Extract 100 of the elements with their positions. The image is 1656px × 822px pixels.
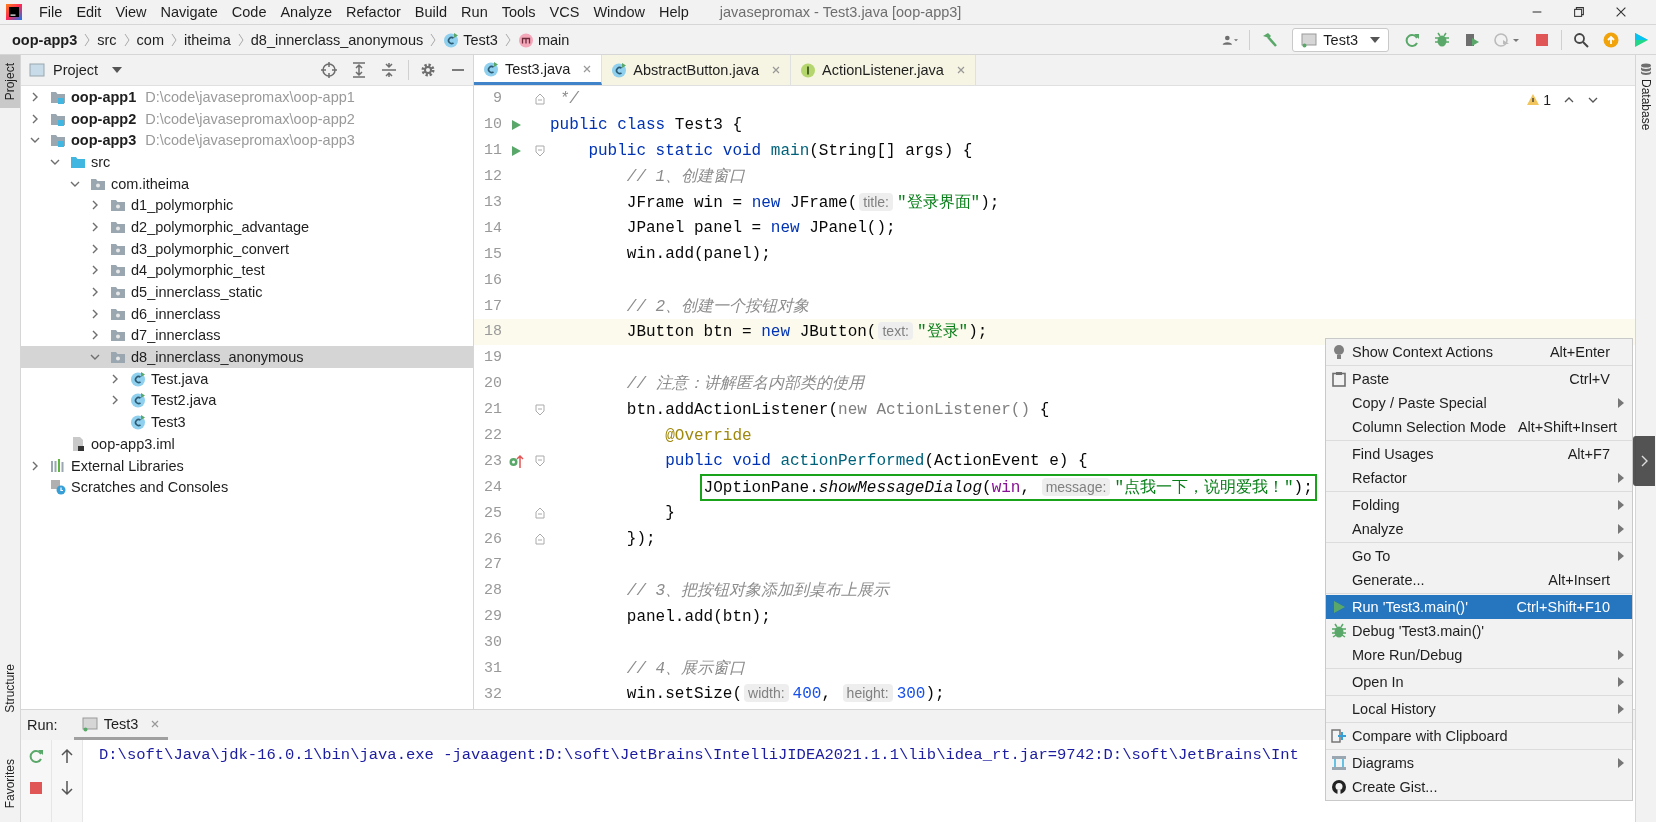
code-line: // 注意：讲解匿名内部类的使用 [625,373,866,396]
code-line: // 4、展示窗口 [625,658,747,681]
locate-icon[interactable] [321,62,337,78]
stop-icon[interactable] [28,780,44,796]
menu-item[interactable]: Column Selection Mode Alt+Shift+Insert [1326,415,1632,439]
search-icon[interactable] [1573,31,1589,48]
tree-item[interactable]: src [21,151,473,173]
menu-item[interactable]: More Run/Debug [1326,643,1632,667]
panel-title[interactable]: Project [29,62,123,78]
chevron-icon [83,31,92,48]
rerun-icon[interactable] [1404,31,1420,48]
menu-item[interactable]: Tools [494,4,543,20]
override-icon[interactable] [508,453,524,470]
breadcrumb[interactable]: main [515,31,572,48]
menu-item[interactable]: Help [652,4,696,20]
tree-item[interactable]: Test2.java [21,389,473,412]
tree-item[interactable]: d3_polymorphic_convert [21,237,473,260]
tree-item[interactable]: oop-app2 D:\code\javasepromax\oop-app2 [21,107,473,130]
tree-item[interactable]: Test.java [21,367,473,390]
menu-item[interactable]: Build [407,4,455,20]
debug-icon[interactable] [1434,31,1450,48]
tool-window-button[interactable]: Favorites [0,750,20,816]
menu-item[interactable]: Create Gist... [1326,775,1632,799]
scroll-down-icon[interactable] [59,780,75,796]
editor-tab[interactable]: AbstractButton.java [602,55,792,85]
module-file-icon [70,435,86,452]
menu-item[interactable]: Compare with Clipboard [1326,724,1632,748]
menu-item[interactable]: Debug 'Test3.main()' [1326,619,1632,643]
tree-item[interactable]: d6_innerclass [21,302,473,325]
coverage-icon[interactable] [1464,31,1480,48]
tree-item[interactable]: com.itheima [21,172,473,195]
scroll-up-icon[interactable] [59,748,75,764]
run-icon[interactable] [510,118,522,131]
tree-item[interactable]: Scratches and Consoles [21,476,473,499]
rerun-icon[interactable] [28,748,44,764]
tool-window-button[interactable]: Database [1636,55,1656,139]
breadcrumb[interactable]: itheima [182,31,233,48]
menu-item[interactable]: Navigate [153,4,225,20]
breadcrumb[interactable]: oop-app3 [10,31,80,48]
tree-item[interactable]: Test3 [21,411,473,433]
menu-item[interactable]: Folding [1326,493,1632,517]
menu-item[interactable]: Analyze [273,4,340,20]
menu-item[interactable]: Show Context Actions Alt+Enter [1326,340,1632,364]
run-icon[interactable] [510,144,522,157]
tree-item[interactable]: d5_innerclass_static [21,281,473,303]
tool-window-button[interactable]: Structure [0,655,20,721]
tree-item[interactable]: oop-app3.iml [21,433,473,455]
fold-icon[interactable] [535,455,545,468]
menu-item[interactable]: Edit [69,4,109,20]
menu-item[interactable]: Paste Ctrl+V [1326,367,1632,391]
tree-item[interactable]: External Libraries [21,454,473,477]
menu-item[interactable]: Generate... Alt+Insert [1326,568,1632,592]
fold-icon[interactable] [535,403,545,416]
menu-item[interactable]: Go To [1326,544,1632,568]
collapse-all-icon[interactable] [381,62,397,78]
menu-item[interactable]: File [32,4,70,20]
tree-item[interactable]: oop-app3 D:\code\javasepromax\oop-app3 [21,129,473,152]
expand-all-icon[interactable] [351,62,367,78]
menu-item[interactable]: Window [586,4,652,20]
expand-handle[interactable] [1633,436,1655,486]
menu-item[interactable]: Find Usages Alt+F7 [1326,442,1632,466]
fold-icon[interactable] [535,533,545,546]
close-icon[interactable] [1614,5,1628,19]
menu-item[interactable]: Run 'Test3.main()' Ctrl+Shift+F10 [1326,595,1632,619]
fold-icon[interactable] [535,507,545,520]
menu-item[interactable]: Analyze [1326,517,1632,541]
menu-item[interactable]: Refactor [1326,466,1632,490]
hammer-icon[interactable] [1261,31,1278,48]
settings-icon[interactable] [420,62,436,78]
menu-item[interactable]: Open In [1326,670,1632,694]
menu-item[interactable]: Local History [1326,697,1632,721]
line-number: 20 [483,375,502,393]
run-tab[interactable]: Test3 [73,710,169,740]
fold-icon[interactable] [535,92,545,105]
restore-icon[interactable] [1572,5,1586,19]
tool-window-button[interactable]: Project [0,55,20,109]
fold-icon[interactable] [535,144,545,157]
breadcrumb[interactable]: Test3 [441,31,500,48]
tree-item[interactable]: d8_innerclass_anonymous [21,346,473,368]
menu-item[interactable]: Code [224,4,274,20]
menu-item[interactable]: Run [454,4,495,20]
run-config-dropdown[interactable]: Test3 [1292,27,1389,52]
breadcrumb[interactable]: d8_innerclass_anonymous [248,31,426,48]
breadcrumb[interactable]: src [95,31,119,48]
warning-count[interactable]: 1 [1527,92,1551,108]
menu-item[interactable]: Diagrams [1326,751,1632,775]
menu-item[interactable]: View [108,4,154,20]
tree-item[interactable]: d7_innerclass [21,324,473,347]
breadcrumb[interactable]: com [134,31,166,48]
run-icon [1331,599,1347,615]
menu-item[interactable]: VCS [542,4,587,20]
editor-tab[interactable]: Test3.java [474,55,603,85]
menu-item[interactable]: Copy / Paste Special [1326,391,1632,415]
editor-tab[interactable]: ActionListener.java [791,55,976,85]
tree-item[interactable]: d2_polymorphic_advantage [21,216,473,238]
tree-item[interactable]: oop-app1 D:\code\javasepromax\oop-app1 [21,86,473,108]
stop-icon[interactable] [1534,31,1550,48]
menu-item[interactable]: Refactor [339,4,408,20]
tree-item[interactable]: d4_polymorphic_test [21,259,473,282]
tree-item[interactable]: d1_polymorphic [21,194,473,217]
